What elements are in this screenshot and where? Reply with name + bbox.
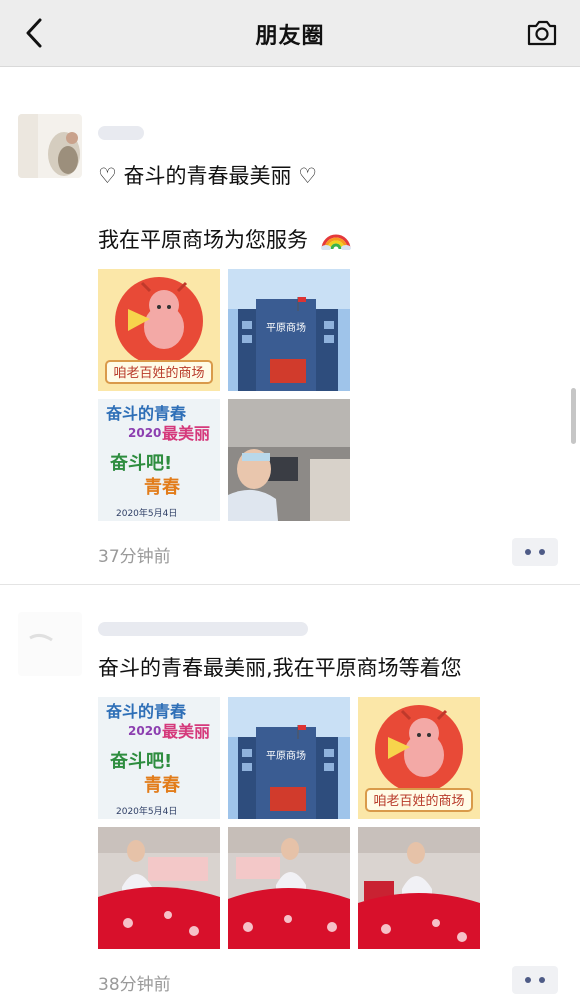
nickname-blurred[interactable]	[98, 622, 308, 636]
navigation-bar: 朋友圈	[0, 0, 580, 67]
scrollbar[interactable]	[571, 388, 576, 444]
photo-thumbnail[interactable]	[228, 399, 350, 521]
photo-thumbnail[interactable]: 奋斗的青春 2020 最美丽 奋斗吧! 青春 2020年5月4日	[98, 399, 220, 521]
avatar[interactable]	[18, 612, 82, 676]
post-text-line: 奋斗的青春最美丽,我在平原商场等着您	[98, 652, 462, 682]
post-text-line: ♡ 奋斗的青春最美丽 ♡	[98, 160, 317, 190]
poster-slogan-2: 青春	[144, 774, 181, 796]
poster-year: 2020	[128, 724, 161, 738]
photo-thumbnail[interactable]: 咱老百姓的商场	[98, 269, 220, 391]
poster-year: 2020	[128, 426, 161, 440]
mascot-caption: 咱老百姓的商场	[113, 365, 204, 381]
post-text: 我在平原商场为您服务	[98, 228, 308, 252]
poster-title-2: 最美丽	[162, 722, 210, 741]
avatar[interactable]	[18, 114, 82, 178]
mall-sign: 平原商场	[266, 321, 306, 334]
photo-thumbnail[interactable]: 平原商场	[228, 697, 350, 819]
photo-thumbnail[interactable]: 平原商场	[228, 269, 350, 391]
page-title: 朋友圈	[255, 24, 325, 49]
poster-slogan: 奋斗吧!	[109, 452, 172, 474]
photo-thumbnail[interactable]	[228, 827, 350, 949]
camera-icon[interactable]	[526, 17, 558, 47]
post-text: 奋斗的青春最美丽,我在平原商场等着您	[98, 656, 462, 680]
photo-thumbnail[interactable]	[358, 827, 480, 949]
poster-slogan: 奋斗吧!	[109, 750, 172, 772]
more-actions-button[interactable]	[512, 538, 558, 566]
photo-thumbnail[interactable]: 咱老百姓的商场	[358, 697, 480, 819]
photo-thumbnail[interactable]	[98, 827, 220, 949]
poster-slogan-2: 青春	[144, 476, 181, 498]
heart-outline-icon: ♡	[298, 164, 318, 188]
mall-sign: 平原商场	[266, 749, 306, 762]
poster-date: 2020年5月4日	[116, 507, 177, 519]
poster-date: 2020年5月4日	[116, 805, 177, 817]
nickname-blurred[interactable]	[98, 126, 144, 140]
poster-title-2: 最美丽	[162, 424, 210, 443]
poster-title: 奋斗的青春	[105, 404, 187, 423]
post-timestamp: 37分钟前	[98, 547, 171, 567]
post-text-line: 我在平原商场为您服务	[98, 224, 351, 254]
post-divider	[0, 584, 580, 585]
mascot-caption: 咱老百姓的商场	[373, 793, 464, 809]
heart-outline-icon: ♡	[98, 164, 117, 188]
post-timestamp: 38分钟前	[98, 975, 171, 995]
rainbow-emoji-icon	[320, 234, 351, 250]
more-actions-button[interactable]	[512, 966, 558, 994]
photo-thumbnail[interactable]: 奋斗的青春 2020 最美丽 奋斗吧! 青春 2020年5月4日	[98, 697, 220, 819]
post-text: 奋斗的青春最美丽	[123, 164, 292, 188]
poster-title: 奋斗的青春	[105, 702, 187, 721]
